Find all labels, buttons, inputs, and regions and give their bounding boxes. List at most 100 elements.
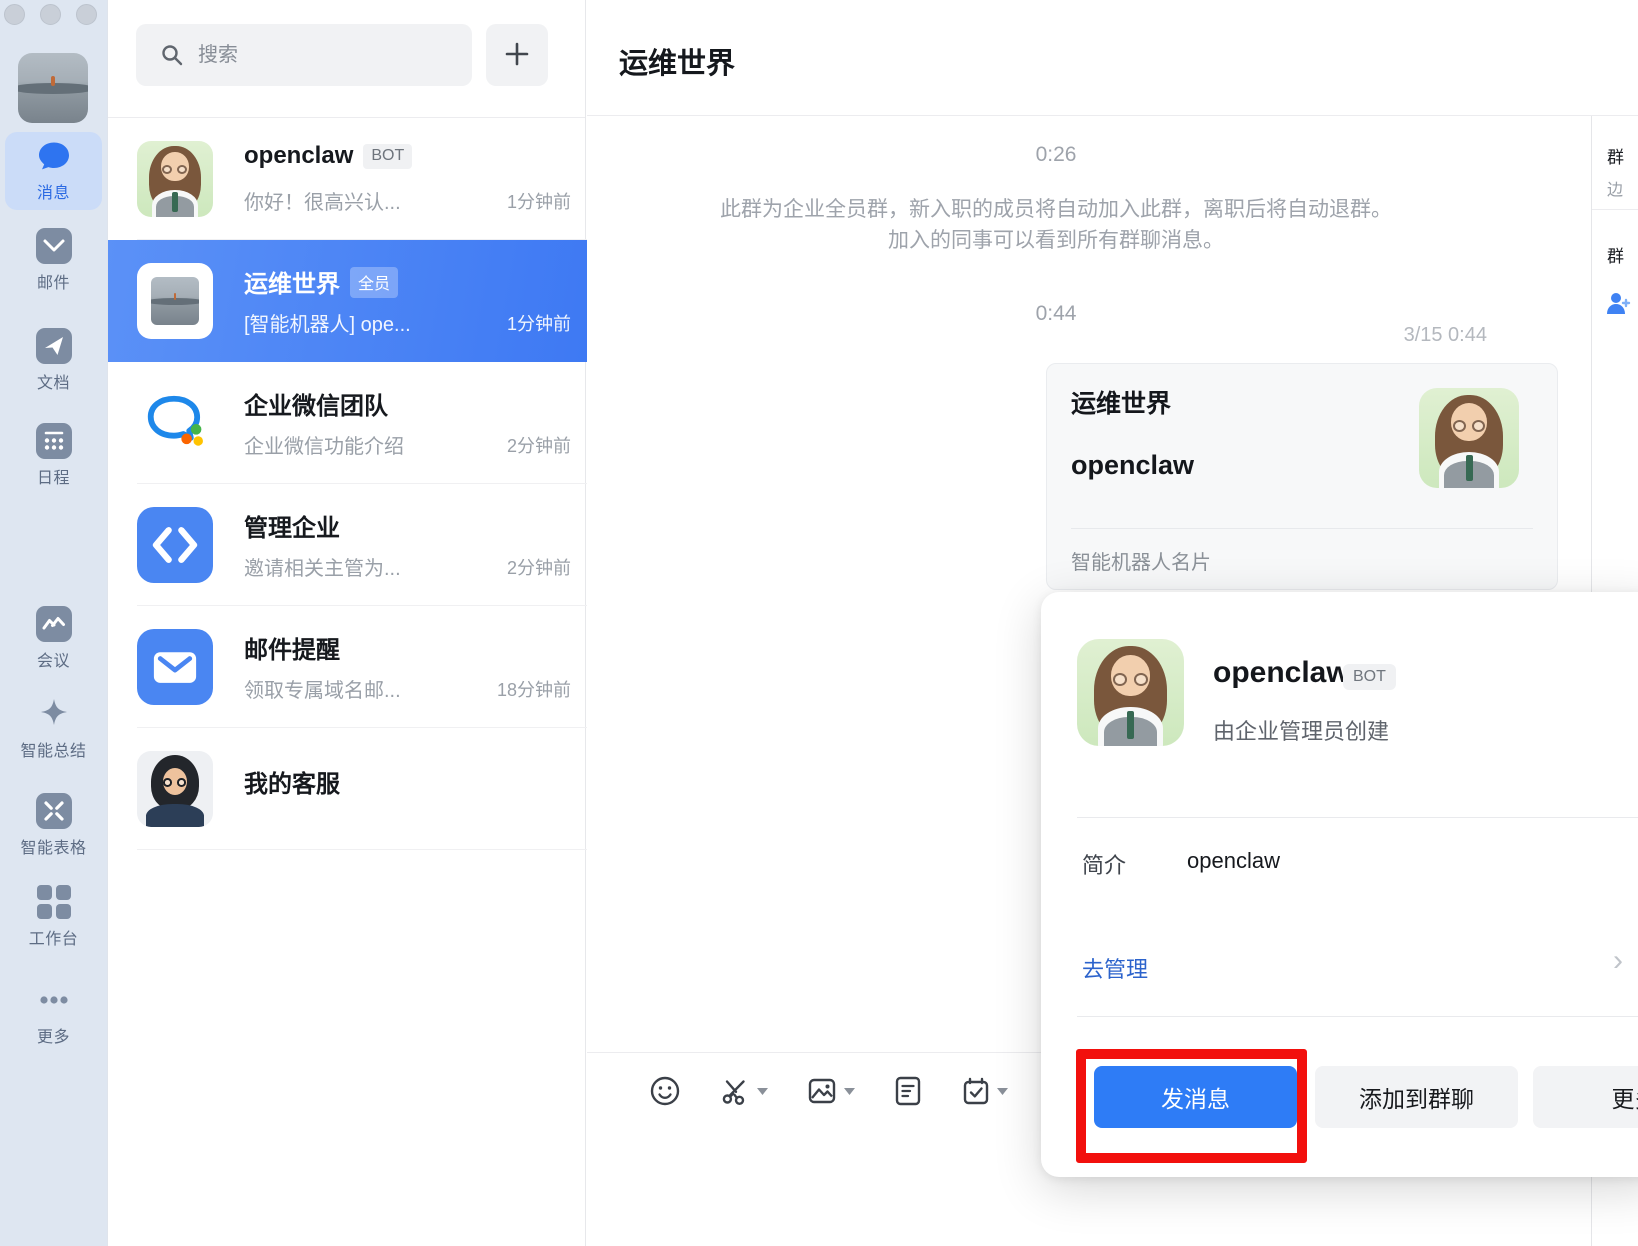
divider xyxy=(1592,209,1638,210)
calendar-dots-icon xyxy=(36,423,72,459)
picture-icon xyxy=(806,1075,838,1107)
manage-company-icon xyxy=(137,507,213,583)
bot-profile-popup: openclaw BOT 由企业管理员创建 简介 openclaw 去管理 › … xyxy=(1041,592,1638,1177)
scissors-icon xyxy=(719,1075,751,1107)
chat-time: 2分钟前 xyxy=(507,432,571,458)
chat-preview: 邀请相关主管为... xyxy=(244,552,476,581)
intro-value: openclaw xyxy=(1187,848,1280,874)
send-message-button[interactable]: 发消息 xyxy=(1094,1066,1297,1128)
traffic-light-close[interactable] xyxy=(4,4,25,25)
grid-squares-icon xyxy=(36,884,72,920)
card-group-name: 运维世界 xyxy=(1071,384,1171,420)
sidebar-item-workbench[interactable]: 工作台 xyxy=(0,884,107,949)
file-button[interactable] xyxy=(893,1075,923,1107)
mail-reminder-icon xyxy=(137,629,213,705)
support-avatar xyxy=(137,751,213,827)
manage-row[interactable]: 去管理 › xyxy=(1041,932,1638,1016)
sidebar-item-messages[interactable]: 消息 xyxy=(0,138,107,203)
chat-list-item-manage-company[interactable]: 管理企业 邀请相关主管为... 2分钟前 xyxy=(108,484,587,606)
smiley-icon xyxy=(649,1075,681,1107)
sidebar-item-calendar[interactable]: 日程 xyxy=(0,423,107,488)
bot-avatar xyxy=(1077,639,1184,746)
sparkle-icon xyxy=(36,696,72,732)
card-caption: 智能机器人名片 xyxy=(1071,546,1211,575)
emoji-button[interactable] xyxy=(649,1075,681,1107)
sidebar-item-label: 消息 xyxy=(0,179,107,203)
chat-list-item-openclaw[interactable]: openclawBOT 你好！很高兴认... 1分钟前 xyxy=(108,118,587,240)
sidebar-item-smart-table[interactable]: 智能表格 xyxy=(0,793,107,858)
traffic-light-minimize[interactable] xyxy=(40,4,61,25)
sidebar-item-mail[interactable]: 邮件 xyxy=(0,228,107,293)
group-announcement-label: 群 xyxy=(1607,143,1624,168)
divider xyxy=(1071,528,1533,529)
ellipsis-icon xyxy=(36,982,72,1018)
avatar-photo-detail xyxy=(51,76,55,86)
search-input[interactable] xyxy=(196,24,456,86)
document-icon xyxy=(893,1075,923,1107)
chat-preview: [智能机器人] ope... xyxy=(244,308,476,337)
group-members-label: 群 xyxy=(1607,242,1624,267)
sidebar-item-smart-summary[interactable]: 智能总结 xyxy=(0,696,107,761)
sidebar-item-label: 日程 xyxy=(0,464,107,488)
timestamp: 0:26 xyxy=(587,143,1525,167)
screenshot-button[interactable] xyxy=(719,1075,768,1107)
image-button[interactable] xyxy=(806,1075,855,1107)
chat-preview: 你好！很高兴认... xyxy=(244,186,476,215)
compose-toolbar xyxy=(649,1075,1008,1107)
manage-link[interactable]: 去管理 xyxy=(1082,952,1148,984)
chat-list-item-wecom-team[interactable]: 企业微信团队 企业微信功能介绍 2分钟前 xyxy=(108,362,587,484)
add-member-icon[interactable] xyxy=(1605,290,1631,316)
chat-name: 运维世界 xyxy=(244,271,340,298)
divider xyxy=(1077,817,1638,818)
chat-name: 我的客服 xyxy=(244,771,340,798)
system-message: 此群为企业全员群，新入职的成员将自动加入此群，离职后将自动退群。加入的同事可以看… xyxy=(711,194,1401,256)
chat-name: 管理企业 xyxy=(244,515,340,542)
task-button[interactable] xyxy=(961,1075,1008,1107)
chat-name: 企业微信团队 xyxy=(244,393,388,420)
chat-preview: 企业微信功能介绍 xyxy=(244,430,476,459)
caret-down-icon[interactable] xyxy=(997,1087,1008,1095)
sidebar-item-label: 智能总结 xyxy=(0,737,107,761)
caret-down-icon[interactable] xyxy=(844,1087,855,1095)
bot-avatar xyxy=(137,141,213,217)
divider xyxy=(137,849,587,850)
all-staff-badge: 全员 xyxy=(350,267,398,298)
bot-name: openclaw xyxy=(1213,656,1350,690)
sidebar-item-docs[interactable]: 文档 xyxy=(0,328,107,393)
user-avatar[interactable] xyxy=(18,53,88,123)
chat-preview: 领取专属域名邮... xyxy=(244,674,476,703)
caret-down-icon[interactable] xyxy=(757,1087,768,1095)
search-box[interactable] xyxy=(136,24,472,86)
sidebar-item-label: 会议 xyxy=(0,647,107,671)
chat-time: 18分钟前 xyxy=(497,676,571,702)
chat-name: 邮件提醒 xyxy=(244,637,340,664)
arrows-collapse-icon xyxy=(36,793,72,829)
group-avatar xyxy=(137,263,213,339)
chat-list-panel: openclawBOT 你好！很高兴认... 1分钟前 运维世界全员 [智能机器… xyxy=(107,0,586,1246)
sidebar-item-more[interactable]: 更多 xyxy=(0,982,107,1047)
wecom-logo-icon xyxy=(137,385,213,461)
add-to-group-button[interactable]: 添加到群聊 xyxy=(1315,1066,1518,1128)
intro-label: 简介 xyxy=(1082,848,1126,880)
task-checkbox-icon xyxy=(961,1075,991,1107)
chat-time: 2分钟前 xyxy=(507,554,571,580)
traffic-light-zoom[interactable] xyxy=(76,4,97,25)
app-rail: 消息 邮件 文档 日程 会议 智能总结 智能表格 工作台 更多 xyxy=(0,0,107,1246)
chat-time: 1分钟前 xyxy=(507,310,571,336)
mountains-icon xyxy=(36,606,72,642)
chat-bubble-icon xyxy=(36,138,72,174)
more-button[interactable]: 更多 xyxy=(1533,1066,1638,1128)
chat-list-item-mail-reminder[interactable]: 邮件提醒 领取专属域名邮... 18分钟前 xyxy=(108,606,587,728)
sidebar-item-label: 工作台 xyxy=(0,925,107,949)
chat-list-item-yunwei-world[interactable]: 运维世界全员 [智能机器人] ope... 1分钟前 xyxy=(108,240,587,362)
bot-avatar xyxy=(1419,388,1519,488)
bot-badge: BOT xyxy=(1343,664,1396,690)
add-button[interactable] xyxy=(486,24,548,86)
bot-creator-text: 由企业管理员创建 xyxy=(1213,714,1389,746)
chat-title: 运维世界 xyxy=(619,40,735,82)
chevron-right-icon: › xyxy=(1613,944,1623,978)
chat-list-item-my-support[interactable]: 我的客服 xyxy=(108,728,587,850)
robot-name-card-message[interactable]: 运维世界 openclaw 智能机器人名片 xyxy=(1046,363,1558,590)
share-arrow-icon xyxy=(36,328,72,364)
sidebar-item-meeting[interactable]: 会议 xyxy=(0,606,107,671)
